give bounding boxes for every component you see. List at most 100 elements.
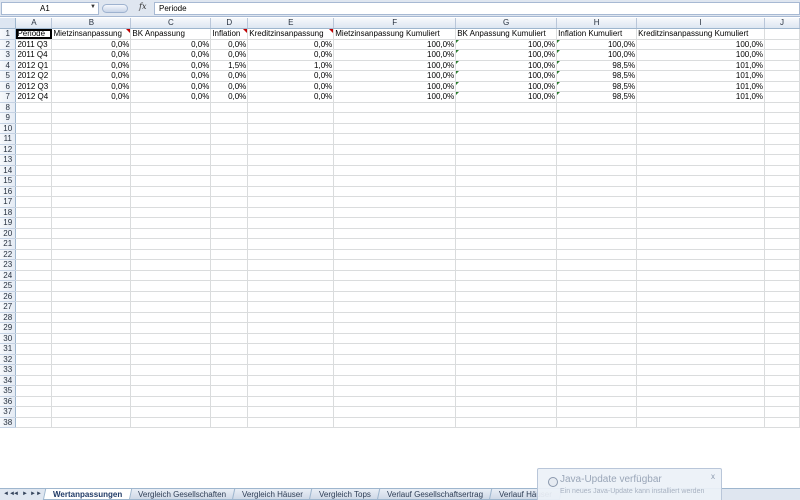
cell[interactable] — [51, 228, 132, 239]
cell[interactable] — [455, 312, 558, 323]
cell[interactable] — [455, 364, 558, 376]
cell[interactable] — [636, 354, 766, 365]
row-header[interactable]: 35 — [0, 385, 17, 397]
cell[interactable] — [455, 123, 558, 134]
cell[interactable] — [764, 312, 800, 323]
cell[interactable] — [455, 322, 558, 334]
cell[interactable] — [247, 228, 335, 239]
cell[interactable] — [130, 396, 212, 407]
cell[interactable] — [247, 175, 335, 187]
cell[interactable] — [333, 343, 457, 355]
cell[interactable]: 100,0% — [333, 60, 457, 71]
cell[interactable]: 100,0% — [455, 39, 558, 50]
cell[interactable] — [51, 301, 132, 313]
cell[interactable] — [636, 102, 766, 113]
cell[interactable] — [15, 301, 53, 313]
cell[interactable] — [247, 238, 335, 250]
row-header[interactable]: 16 — [0, 186, 17, 197]
next-sheet-icon[interactable]: ► — [21, 489, 29, 500]
cell[interactable] — [455, 291, 558, 302]
cell[interactable] — [636, 133, 766, 145]
cell[interactable] — [333, 112, 457, 124]
column-header-g[interactable]: G — [455, 18, 558, 29]
cell[interactable] — [455, 375, 558, 386]
cell[interactable] — [15, 385, 53, 397]
cell[interactable] — [764, 28, 800, 40]
cell[interactable] — [764, 270, 800, 281]
cell[interactable]: BK Anpassung — [130, 28, 212, 40]
cell[interactable] — [210, 249, 249, 260]
cell[interactable] — [15, 123, 53, 134]
cell[interactable] — [764, 70, 800, 82]
cell[interactable] — [455, 385, 558, 397]
cell[interactable] — [15, 354, 53, 365]
cell[interactable] — [764, 123, 800, 134]
cell[interactable] — [333, 175, 457, 187]
cell[interactable] — [333, 406, 457, 418]
cell[interactable]: 0,0% — [210, 81, 249, 92]
cell[interactable]: 0,0% — [210, 70, 249, 82]
row-header[interactable]: 23 — [0, 259, 17, 271]
cell[interactable] — [210, 354, 249, 365]
cell[interactable] — [15, 259, 53, 271]
cell[interactable]: 0,0% — [210, 91, 249, 103]
cell[interactable]: Kreditzinsanpassung — [247, 28, 335, 40]
cell[interactable] — [333, 249, 457, 260]
cell[interactable] — [764, 81, 800, 92]
cell[interactable]: Inflation Kumuliert — [556, 28, 638, 40]
cell[interactable] — [210, 154, 249, 166]
cell[interactable] — [247, 322, 335, 334]
cell[interactable] — [15, 249, 53, 260]
cell[interactable] — [636, 228, 766, 239]
cell[interactable] — [556, 291, 638, 302]
cell[interactable] — [210, 196, 249, 208]
cell[interactable] — [556, 207, 638, 218]
cell[interactable]: 0,0% — [51, 60, 132, 71]
cell[interactable] — [51, 196, 132, 208]
cell[interactable] — [51, 354, 132, 365]
cell[interactable] — [764, 259, 800, 271]
row-header[interactable]: 7 — [0, 91, 17, 103]
cell[interactable]: 98,5% — [556, 91, 638, 103]
cell[interactable] — [333, 238, 457, 250]
cell[interactable] — [455, 154, 558, 166]
cell[interactable] — [210, 102, 249, 113]
cell[interactable] — [247, 343, 335, 355]
row-header[interactable]: 22 — [0, 249, 17, 260]
cell[interactable] — [15, 175, 53, 187]
cell[interactable] — [247, 354, 335, 365]
cell[interactable]: Inflation — [210, 28, 249, 40]
cell[interactable] — [15, 270, 53, 281]
cell[interactable]: 0,0% — [210, 39, 249, 50]
cell[interactable] — [210, 165, 249, 176]
last-sheet-icon[interactable]: ►► — [30, 489, 42, 500]
cell[interactable] — [636, 291, 766, 302]
cell[interactable] — [247, 406, 335, 418]
cell[interactable] — [636, 385, 766, 397]
cell[interactable] — [15, 375, 53, 386]
cell[interactable]: Kreditzinsanpassung Kumuliert — [636, 28, 766, 40]
row-header[interactable]: 20 — [0, 228, 17, 239]
cell[interactable] — [556, 364, 638, 376]
cell[interactable] — [636, 280, 766, 292]
cell[interactable] — [636, 364, 766, 376]
cell[interactable]: 100,0% — [333, 81, 457, 92]
cell[interactable] — [15, 112, 53, 124]
cell[interactable] — [556, 312, 638, 323]
cell[interactable] — [333, 102, 457, 113]
cell[interactable] — [130, 123, 212, 134]
cell[interactable]: 101,0% — [636, 81, 766, 92]
row-header[interactable]: 21 — [0, 238, 17, 250]
cell[interactable] — [556, 396, 638, 407]
cell[interactable] — [636, 270, 766, 281]
row-header[interactable]: 32 — [0, 354, 17, 365]
cell[interactable] — [247, 249, 335, 260]
cell[interactable] — [51, 364, 132, 376]
row-header[interactable]: 2 — [0, 39, 17, 50]
row-header[interactable]: 19 — [0, 217, 17, 229]
cell[interactable] — [247, 154, 335, 166]
cell[interactable]: 0,0% — [51, 39, 132, 50]
cell[interactable] — [210, 270, 249, 281]
cell[interactable] — [130, 196, 212, 208]
cell[interactable]: 101,0% — [636, 60, 766, 71]
